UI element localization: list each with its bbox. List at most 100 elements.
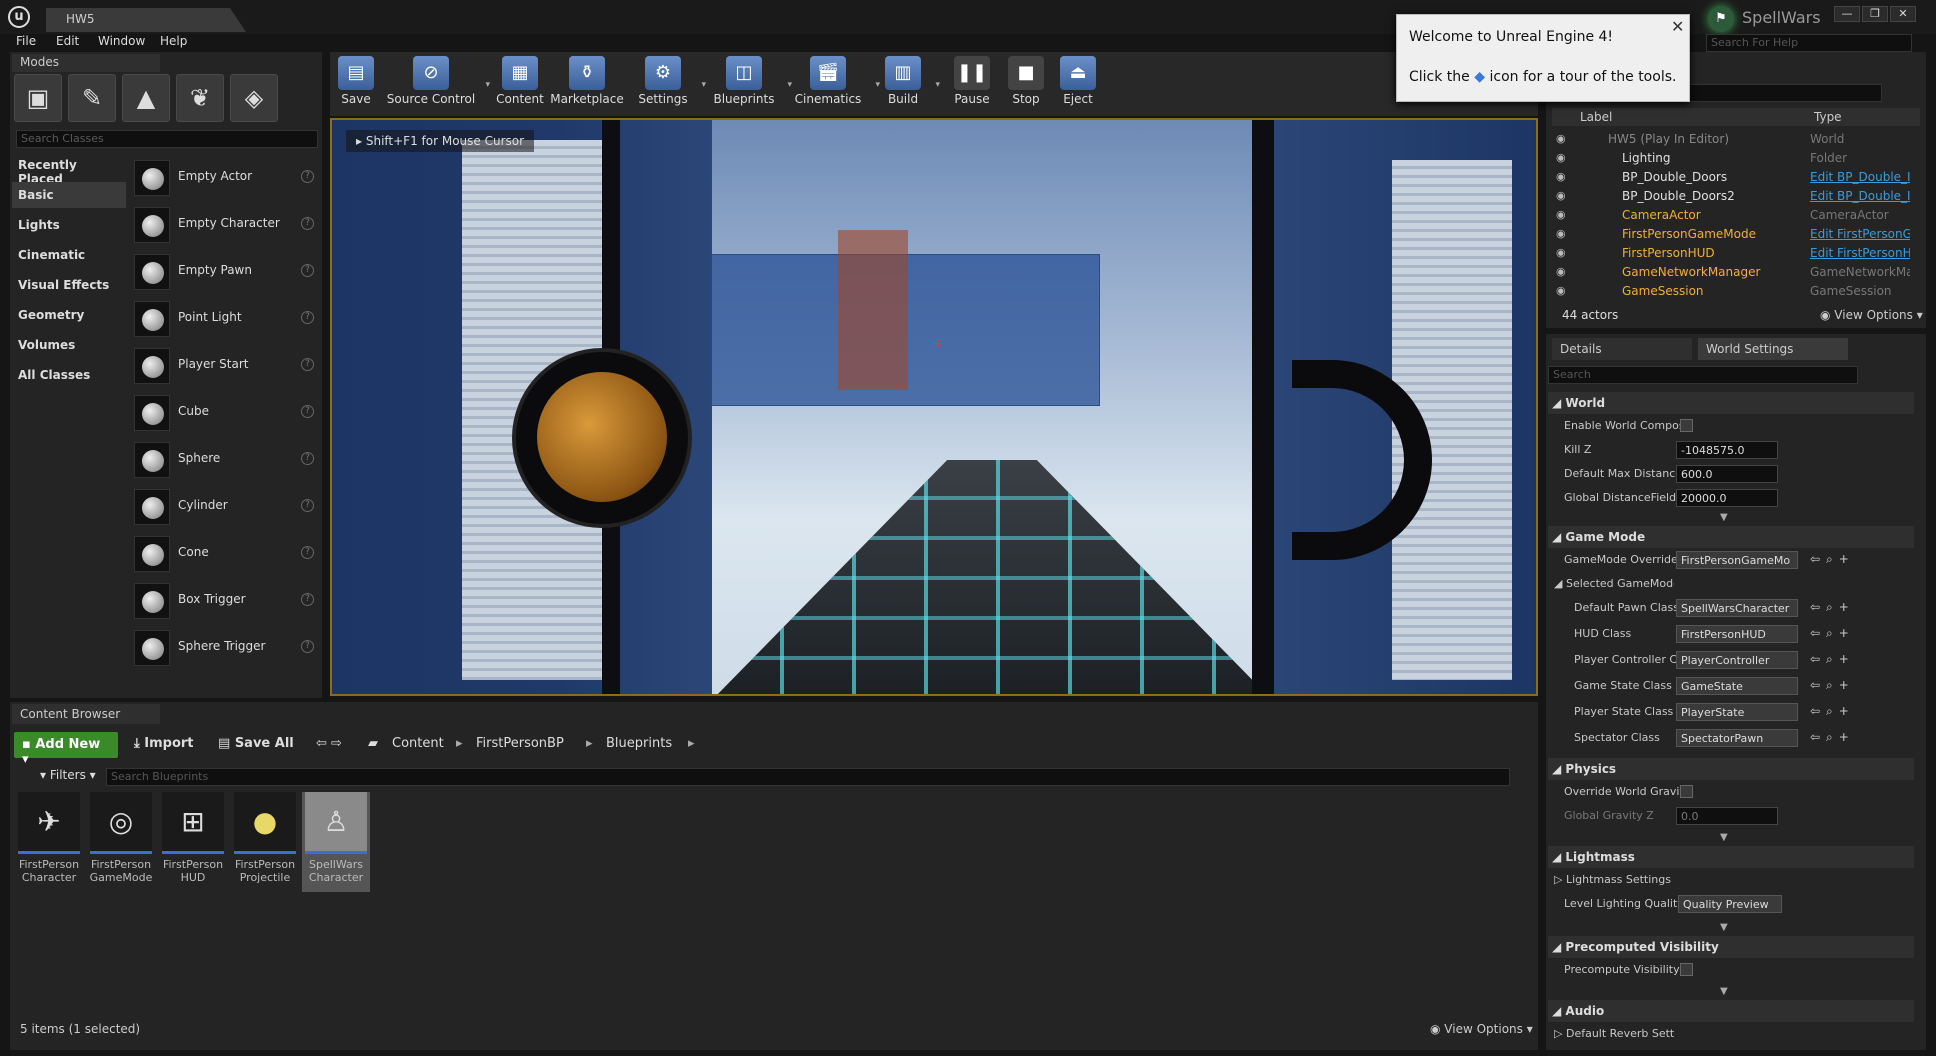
place-item[interactable]: Cylinder? [134, 485, 318, 527]
tab-world-settings[interactable]: World Settings [1698, 338, 1848, 360]
place-item[interactable]: Sphere? [134, 438, 318, 480]
category-visual-effects[interactable]: Visual Effects [12, 272, 126, 298]
place-mode-icon[interactable]: ▣ [14, 74, 62, 122]
help-icon[interactable]: ? [301, 405, 314, 418]
distance-field-field[interactable]: 20000.0 [1676, 489, 1778, 507]
level-viewport[interactable]: + ▸ Shift+F1 for Mouse Cursor [330, 118, 1538, 696]
landscape-mode-icon[interactable]: ▲ [122, 74, 170, 122]
prop-row[interactable]: ▷ Lightmass Settings [1548, 868, 1914, 892]
blueprints-button[interactable]: ◫ Blueprints ▾ [710, 56, 792, 114]
paint-mode-icon[interactable]: ✎ [68, 74, 116, 122]
gravity-z-field[interactable]: 0.0 [1676, 807, 1778, 825]
details-search-input[interactable]: Search [1548, 366, 1858, 384]
help-icon[interactable]: ? [301, 546, 314, 559]
help-icon[interactable]: ? [301, 640, 314, 653]
asset-tile[interactable]: ◎ FirstPerson GameMode [88, 792, 154, 892]
player-state-combo[interactable]: PlayerState [1676, 703, 1798, 721]
row-actions[interactable]: ⇦⌕+ [1810, 678, 1855, 693]
expand-icon[interactable]: ▼ [1720, 986, 1728, 997]
hud-class-combo[interactable]: FirstPersonHUD [1676, 625, 1798, 643]
help-icon[interactable]: ? [301, 170, 314, 183]
search-blueprints-input[interactable]: Search Blueprints [106, 768, 1510, 786]
import-button[interactable]: ⤓ Import [134, 736, 194, 751]
help-icon[interactable]: ? [301, 311, 314, 324]
help-icon[interactable]: ? [301, 358, 314, 371]
foliage-mode-icon[interactable]: ❦ [176, 74, 224, 122]
expand-icon[interactable]: ▼ [1720, 512, 1728, 523]
expand-icon[interactable]: ▼ [1720, 922, 1728, 933]
dropdown-icon[interactable]: ▾ [485, 80, 490, 90]
eye-icon[interactable]: ◉ [1556, 284, 1566, 297]
source-control-button[interactable]: ⊘ Source Control ▾ [386, 56, 490, 114]
eye-icon[interactable]: ◉ [1556, 265, 1566, 278]
eye-icon[interactable]: ◉ [1556, 132, 1566, 145]
prop-row[interactable]: ◢ Selected GameMode [1548, 572, 1914, 596]
section-audio[interactable]: ◢ Audio [1548, 1000, 1914, 1022]
place-item[interactable]: Player Start? [134, 344, 318, 386]
gamemode-override-combo[interactable]: FirstPersonGameMo [1676, 551, 1798, 569]
place-item[interactable]: Empty Character? [134, 203, 318, 245]
category-geometry[interactable]: Geometry [12, 302, 126, 328]
place-item[interactable]: Empty Actor? [134, 156, 318, 198]
section-game-mode[interactable]: ◢ Game Mode [1548, 526, 1914, 548]
section-lightmass[interactable]: ◢ Lightmass [1548, 846, 1914, 868]
controller-class-combo[interactable]: PlayerController [1676, 651, 1798, 669]
row-actions[interactable]: ⇦⌕+ [1810, 704, 1855, 719]
col-label[interactable]: Label [1580, 110, 1612, 124]
help-icon[interactable]: ? [301, 264, 314, 277]
section-world[interactable]: ◢ World [1548, 392, 1914, 414]
asset-tile[interactable]: ● FirstPerson Projectile [232, 792, 298, 892]
category-recently-placed[interactable]: Recently Placed [12, 152, 126, 186]
build-button[interactable]: ▥ Build ▾ [880, 56, 940, 114]
help-icon[interactable]: ? [301, 593, 314, 606]
tab-content-browser[interactable]: Content Browser [12, 704, 160, 724]
section-precomputed-visibility[interactable]: ◢ Precomputed Visibility [1548, 936, 1914, 958]
game-state-combo[interactable]: GameState [1676, 677, 1798, 695]
pawn-class-combo[interactable]: SpellWarsCharacter [1676, 599, 1798, 617]
kill-z-field[interactable]: -1048575.0 [1676, 441, 1778, 459]
place-item[interactable]: Box Trigger? [134, 579, 318, 621]
breadcrumb-firstpersonbp[interactable]: FirstPersonBP [476, 736, 564, 751]
save-button[interactable]: ▤ Save [338, 56, 374, 114]
menu-edit[interactable]: Edit [56, 34, 79, 48]
row-actions[interactable]: ⇦⌕+ [1810, 652, 1855, 667]
eye-icon[interactable]: ◉ [1556, 208, 1566, 221]
tab-modes[interactable]: Modes [12, 54, 160, 72]
category-lights[interactable]: Lights [12, 212, 126, 238]
outliner-row[interactable]: ◉ BP_Double_Doors2 Edit BP_Double_I [1552, 187, 1912, 206]
content-button[interactable]: ▦ Content [494, 56, 546, 114]
save-all-button[interactable]: ▤ Save All [218, 736, 294, 751]
stop-button[interactable]: ■ Stop [1006, 56, 1046, 114]
content-view-options[interactable]: ◉ View Options ▾ [1430, 1022, 1533, 1036]
dropdown-icon[interactable]: ▾ [701, 80, 706, 90]
help-icon[interactable]: ? [301, 499, 314, 512]
pause-button[interactable]: ❚❚ Pause [950, 56, 994, 114]
menu-window[interactable]: Window [98, 34, 145, 48]
prop-row[interactable]: ▷ Default Reverb Settin [1548, 1022, 1914, 1046]
close-icon[interactable]: ✕ [1671, 17, 1684, 36]
geometry-mode-icon[interactable]: ◈ [230, 74, 278, 122]
asset-tile[interactable]: ⊞ FirstPerson HUD [160, 792, 226, 892]
row-actions[interactable]: ⇦⌕+ [1810, 730, 1855, 745]
close-window-icon[interactable]: ✕ [1890, 6, 1916, 22]
category-all-classes[interactable]: All Classes [12, 362, 126, 388]
row-actions[interactable]: ⇦⌕+ [1810, 552, 1855, 567]
breadcrumb-content[interactable]: Content [392, 736, 444, 751]
section-physics[interactable]: ◢ Physics [1548, 758, 1914, 780]
row-actions[interactable]: ⇦⌕+ [1810, 600, 1855, 615]
category-cinematic[interactable]: Cinematic [12, 242, 126, 268]
row-actions[interactable]: ⇦⌕+ [1810, 626, 1855, 641]
eye-icon[interactable]: ◉ [1556, 189, 1566, 202]
outliner-row[interactable]: ◉ CameraActor CameraActor [1552, 206, 1912, 225]
outliner-row[interactable]: ◉ FirstPersonGameMode Edit FirstPersonG [1552, 225, 1912, 244]
menu-help[interactable]: Help [160, 34, 187, 48]
checkbox[interactable] [1680, 419, 1693, 432]
tutorial-icon[interactable]: ◆ [1474, 69, 1485, 85]
outliner-row[interactable]: ◉ Lighting Folder [1552, 149, 1912, 168]
marketplace-button[interactable]: ⚱ Marketplace [550, 56, 624, 114]
category-basic[interactable]: Basic [12, 182, 126, 208]
outliner-row[interactable]: ◉ BP_Double_Doors Edit BP_Double_I [1552, 168, 1912, 187]
eye-icon[interactable]: ◉ [1556, 246, 1566, 259]
help-search-input[interactable]: Search For Help [1706, 34, 1912, 52]
lighting-quality-combo[interactable]: Quality Preview [1678, 895, 1782, 913]
